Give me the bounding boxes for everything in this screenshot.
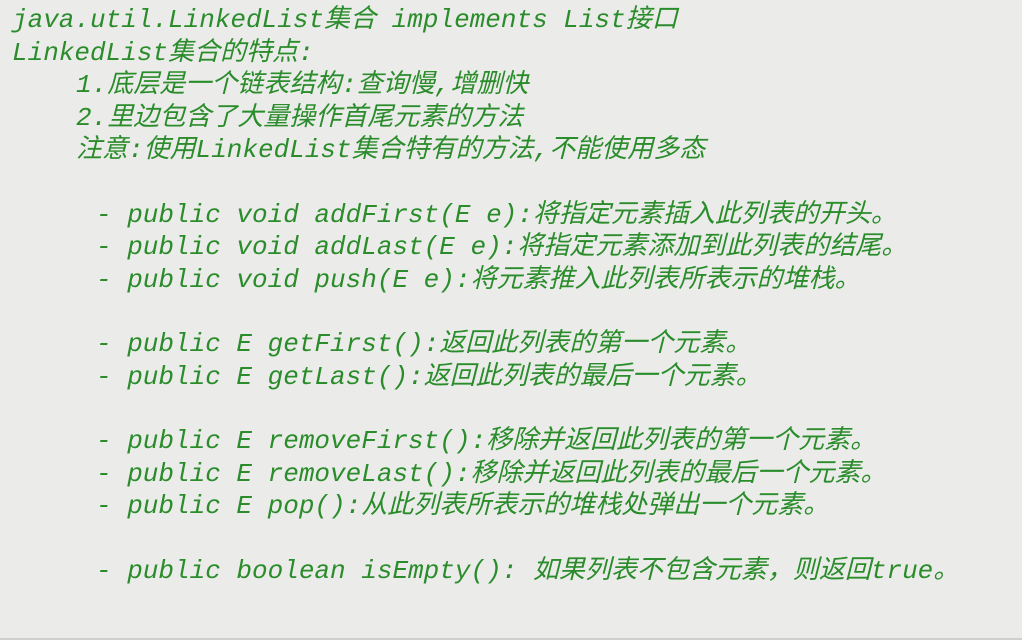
feature-note: 注意:使用LinkedList集合特有的方法,不能使用多态 (12, 134, 1014, 167)
javadoc-comment-block: java.util.LinkedList集合 implements List接口… (0, 0, 1022, 595)
method-removeLast: - public E removeLast():移除并返回此列表的最后一个元素。 (12, 458, 1014, 491)
method-addLast: - public void addLast(E e):将指定元素添加到此列表的结… (12, 231, 1014, 264)
feature-point-1: 1.底层是一个链表结构:查询慢,增删快 (12, 69, 1014, 102)
method-pop: - public E pop():从此列表所表示的堆栈处弹出一个元素。 (12, 490, 1014, 523)
method-push: - public void push(E e):将元素推入此列表所表示的堆栈。 (12, 264, 1014, 297)
class-title-line: java.util.LinkedList集合 implements List接口 (12, 4, 1014, 37)
blank-line (12, 167, 1014, 199)
method-removeFirst: - public E removeFirst():移除并返回此列表的第一个元素。 (12, 425, 1014, 458)
class-subtitle-line: LinkedList集合的特点: (12, 37, 1014, 70)
feature-point-2: 2.里边包含了大量操作首尾元素的方法 (12, 102, 1014, 135)
method-getLast: - public E getLast():返回此列表的最后一个元素。 (12, 361, 1014, 394)
method-getFirst: - public E getFirst():返回此列表的第一个元素。 (12, 328, 1014, 361)
blank-line (12, 296, 1014, 328)
method-isEmpty: - public boolean isEmpty(): 如果列表不包含元素，则返… (12, 555, 1014, 588)
blank-line (12, 523, 1014, 555)
blank-line (12, 393, 1014, 425)
method-addFirst: - public void addFirst(E e):将指定元素插入此列表的开… (12, 199, 1014, 232)
